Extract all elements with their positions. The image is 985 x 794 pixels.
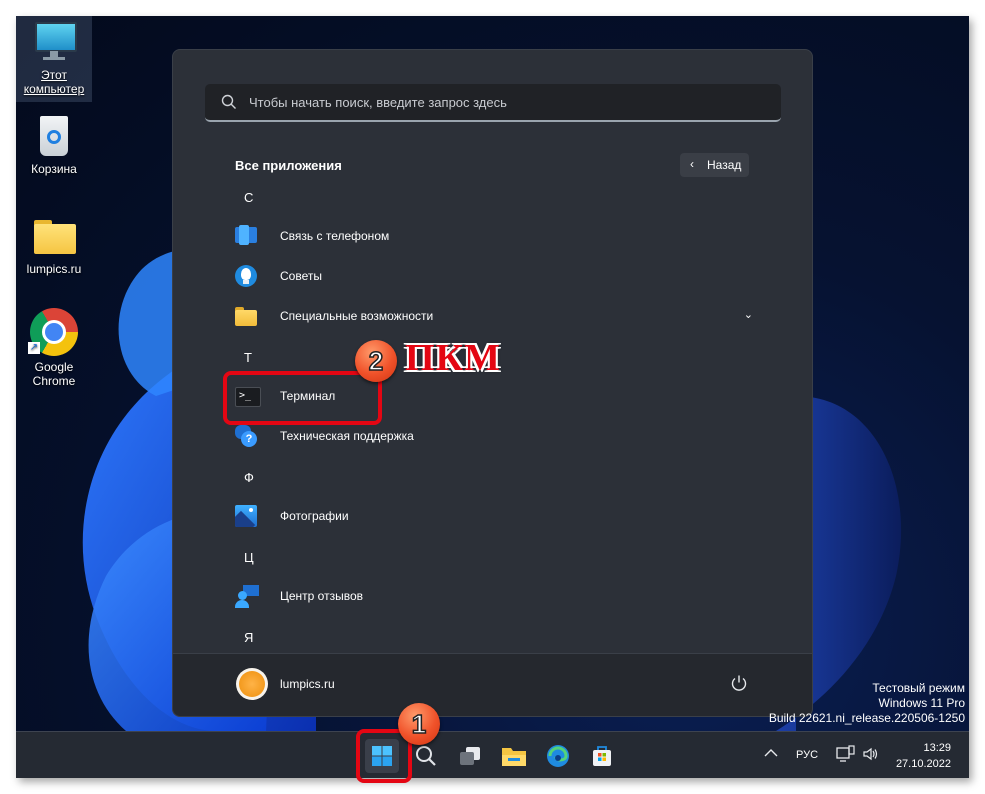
task-view-button[interactable] [453, 739, 487, 773]
desktop-icon-label: lumpics.ru [26, 262, 82, 276]
photos-icon [235, 505, 257, 527]
show-hidden-icons-button[interactable] [764, 748, 778, 778]
letter-header-t[interactable]: Т [244, 350, 252, 365]
test-mode-watermark: Тестовый режим Windows 11 Pro Build 2262… [769, 681, 965, 726]
folder-icon [32, 214, 76, 258]
start-search-input[interactable]: Чтобы начать поиск, введите запрос здесь [205, 84, 781, 122]
app-name: Центр отзывов [280, 589, 364, 603]
desktop-icon-label: Этот компьютер [23, 68, 85, 96]
get-help-icon: ? [235, 425, 257, 447]
letter-header-f[interactable]: Ф [244, 470, 254, 485]
file-explorer-icon [502, 748, 526, 766]
clock[interactable]: 13:29 27.10.2022 [896, 740, 951, 772]
desktop-icon-recycle-bin[interactable]: Корзина [16, 114, 92, 176]
network-icon[interactable] [836, 744, 856, 778]
app-name: Связь с телефоном [280, 229, 390, 243]
watermark-line: Build 22621.ni_release.220506-1250 [768, 711, 965, 725]
task-view-icon [460, 747, 480, 765]
monitor-icon [32, 20, 77, 64]
taskbar: РУС 13:29 27.10.2022 [16, 731, 969, 778]
chevron-left-icon: ‹ [690, 157, 694, 171]
app-name: Советы [280, 269, 322, 283]
store-icon [593, 746, 611, 766]
app-tips[interactable]: Советы [225, 258, 765, 294]
tips-bulb-icon [235, 265, 257, 287]
power-icon[interactable] [730, 674, 748, 692]
search-icon [221, 94, 236, 109]
edge-icon [547, 745, 569, 767]
desktop-icon-label: Корзина [31, 162, 77, 176]
app-accessibility-folder[interactable]: Специальные возможности ⌄ [225, 298, 765, 334]
right-click-label: ПКМ [405, 337, 501, 379]
app-name: Фотографии [280, 509, 349, 523]
desktop-icon-chrome[interactable]: ↗ Google Chrome [16, 308, 92, 388]
clock-time: 13:29 [923, 742, 951, 754]
shortcut-arrow-icon: ↗ [28, 342, 40, 354]
clock-date: 27.10.2022 [895, 758, 951, 770]
feedback-hub-icon [235, 585, 259, 608]
desktop-icon-label: Google Chrome [32, 360, 76, 388]
all-apps-title: Все приложения [235, 158, 342, 173]
terminal-highlight-box [223, 371, 382, 425]
chevron-down-icon[interactable]: ⌄ [744, 308, 753, 321]
volume-icon[interactable] [862, 745, 880, 778]
letter-header-ts[interactable]: Ц [244, 550, 254, 565]
phone-link-icon [235, 225, 257, 247]
letter-header-ya[interactable]: Я [244, 630, 253, 645]
chevron-up-icon [764, 749, 778, 757]
desktop-screen: Этот компьютер Корзина lumpics.ru ↗ Goog… [16, 16, 969, 778]
watermark-line: Тестовый режим [872, 681, 965, 695]
back-button[interactable]: ‹ Назад [680, 153, 749, 177]
user-avatar[interactable] [236, 668, 268, 700]
app-name: Техническая поддержка [280, 429, 414, 443]
recycle-bin-icon [32, 114, 76, 158]
letter-header-s[interactable]: С [244, 190, 253, 205]
step-1-badge: 1 [398, 703, 440, 745]
app-photos[interactable]: Фотографии [225, 498, 765, 534]
app-name: Специальные возможности [280, 309, 434, 323]
app-phone-link[interactable]: Связь с телефоном [225, 218, 765, 254]
back-label: Назад [707, 158, 742, 172]
chrome-icon: ↗ [28, 308, 78, 356]
folder-icon [235, 305, 257, 327]
user-name[interactable]: lumpics.ru [280, 677, 335, 691]
step-2-badge: 2 [355, 340, 397, 382]
language-indicator[interactable]: РУС [796, 749, 818, 778]
desktop-icon-this-pc[interactable]: Этот компьютер [16, 16, 92, 102]
start-footer: lumpics.ru [173, 653, 812, 716]
file-explorer-button[interactable] [497, 739, 531, 773]
desktop-icon-lumpics-folder[interactable]: lumpics.ru [16, 214, 92, 276]
store-button[interactable] [585, 739, 619, 773]
watermark-line: Windows 11 Pro [878, 696, 965, 710]
app-feedback-hub[interactable]: Центр отзывов [225, 578, 765, 614]
edge-button[interactable] [541, 739, 575, 773]
search-placeholder: Чтобы начать поиск, введите запрос здесь [249, 95, 507, 110]
